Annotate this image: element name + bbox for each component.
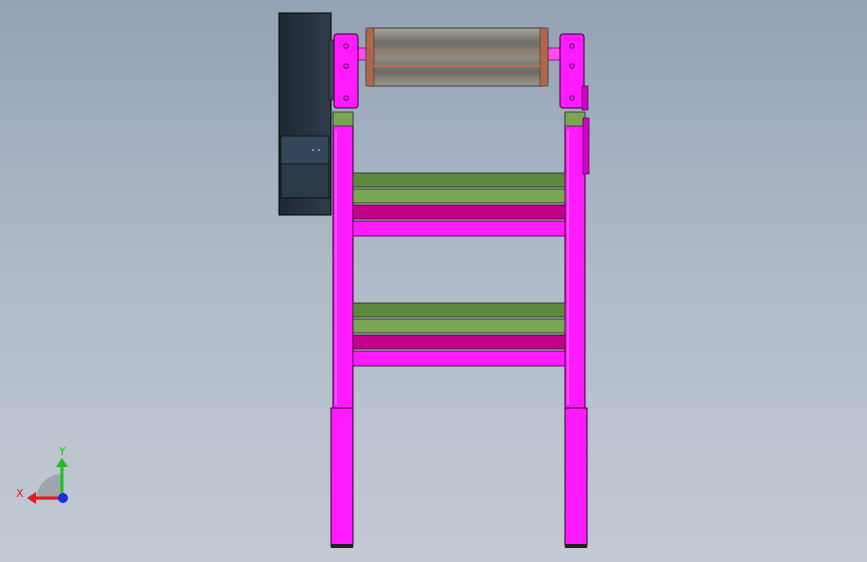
cad-model-scene: Y X: [16, 12, 590, 548]
upper-crossbar: [352, 172, 566, 237]
right-upright-post: [564, 111, 590, 548]
lower-crossbar: [352, 302, 566, 367]
coordinate-triad-icon[interactable]: Y X: [16, 445, 68, 504]
cad-viewport[interactable]: Y X: [0, 0, 867, 562]
axis-y-label: Y: [58, 445, 66, 458]
left-upright-post: [330, 111, 354, 548]
left-bearing-bracket: [333, 33, 359, 109]
right-bearing-bracket: [559, 33, 589, 111]
axis-x-label: X: [16, 487, 24, 500]
motor-housing: [278, 12, 336, 216]
roller: [351, 27, 571, 87]
